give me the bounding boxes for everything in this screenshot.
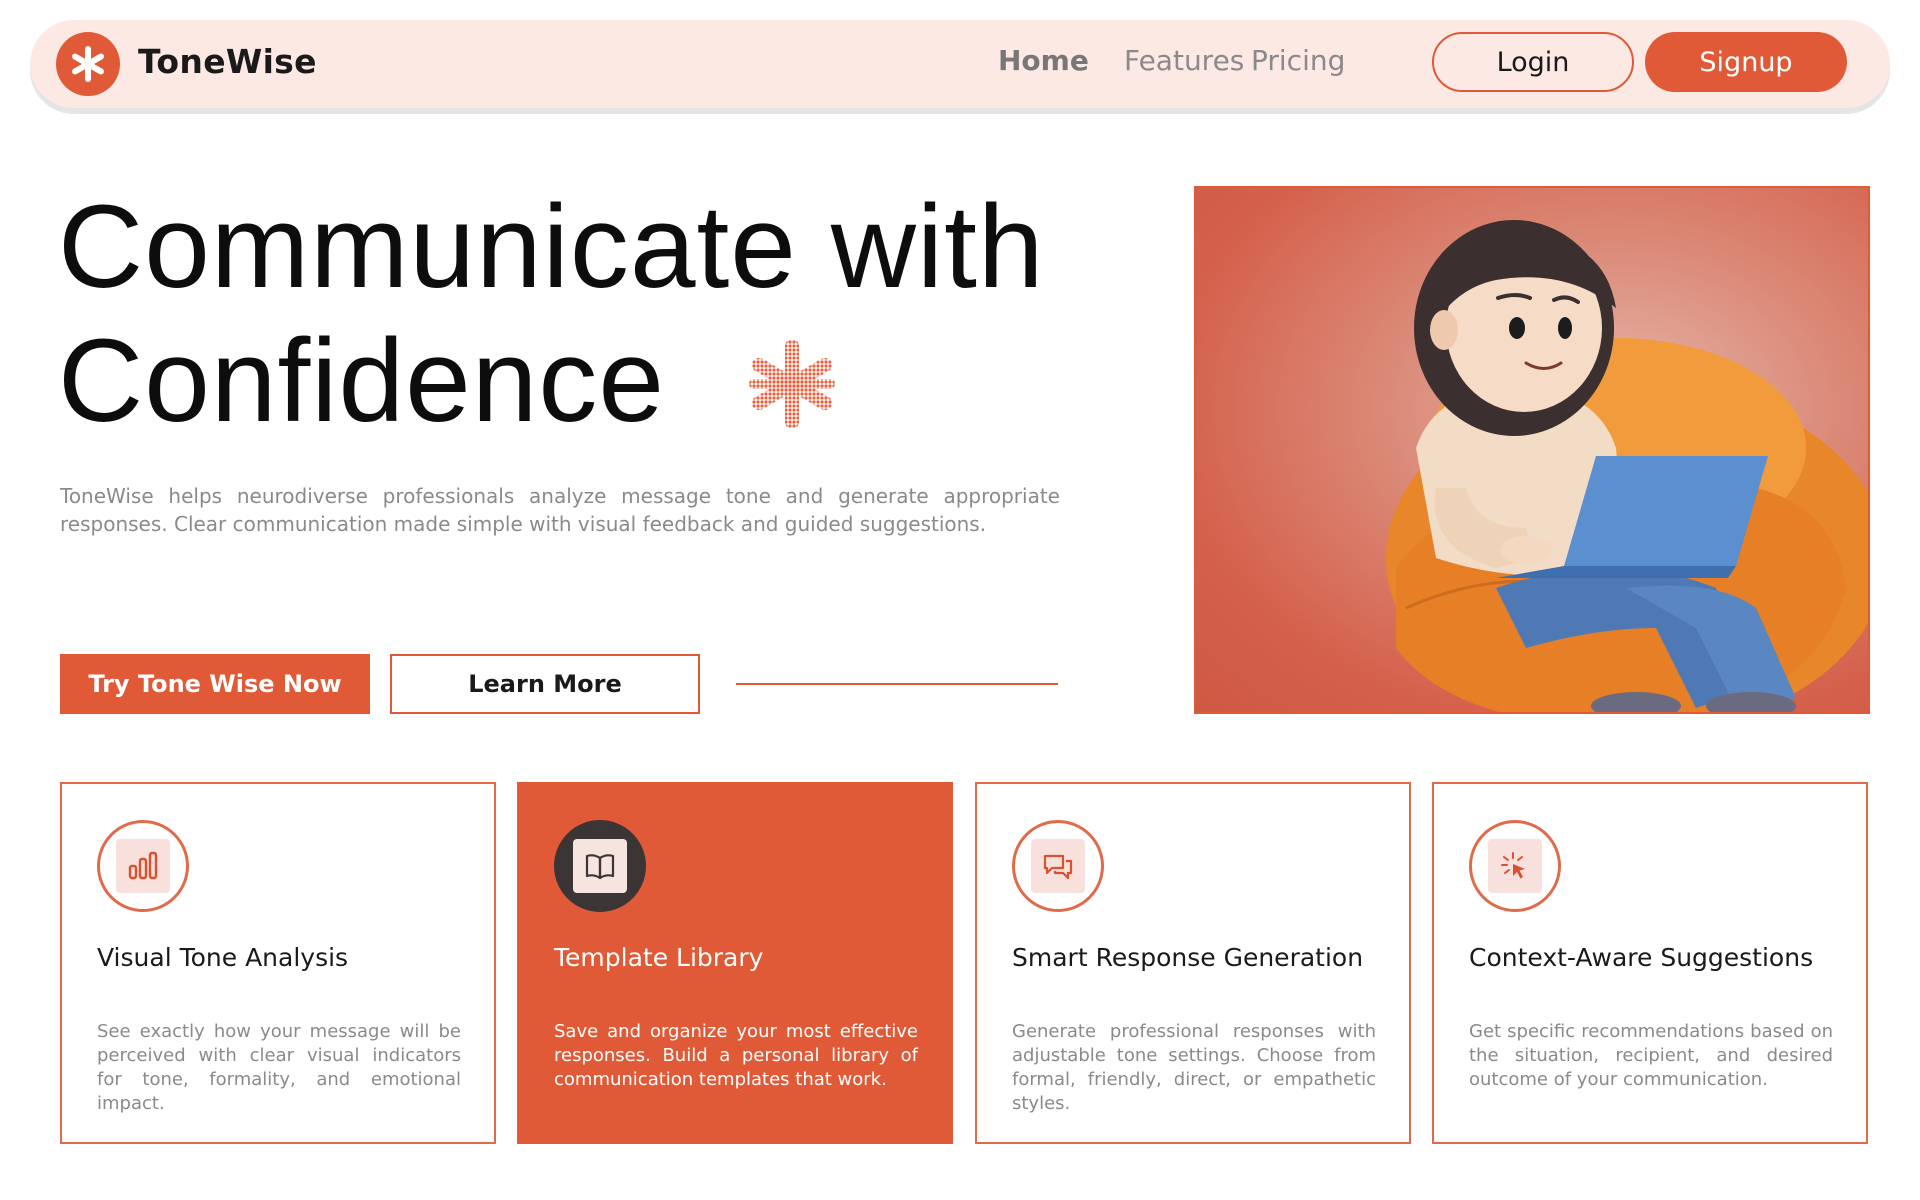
feature-title: Context-Aware Suggestions [1469, 943, 1814, 972]
feature-description: Get specific recommendations based on th… [1469, 1021, 1833, 1090]
feature-icon-ring [97, 820, 189, 912]
book-open-icon [585, 854, 615, 880]
decorative-divider [736, 683, 1058, 685]
brand-name[interactable]: ToneWise [138, 42, 317, 81]
hero-title: Communicate with Confidence [58, 180, 1045, 448]
chat-bubbles-icon [1043, 854, 1073, 880]
feature-icon-ring [1469, 820, 1561, 912]
login-button[interactable]: Login [1432, 32, 1634, 92]
hero-title-line2: Confidence [58, 315, 665, 447]
hero-description: ToneWise helps neurodiverse professional… [60, 484, 1060, 536]
hero-illustration [1194, 186, 1870, 714]
try-tonewise-button[interactable]: Try Tone Wise Now [60, 654, 370, 714]
learn-more-button[interactable]: Learn More [390, 654, 700, 714]
decorative-asterisk-icon [748, 339, 836, 432]
nav-link-home[interactable]: Home [998, 44, 1089, 77]
nav-link-pricing[interactable]: Pricing [1251, 44, 1345, 77]
feature-title: Smart Response Generation [1012, 943, 1364, 972]
signup-button[interactable]: Signup [1645, 32, 1847, 92]
feature-description: Save and organize your most effective re… [554, 1021, 918, 1090]
feature-icon-ring [1012, 820, 1104, 912]
feature-card-template-library[interactable]: Template Library Save and organize your … [517, 782, 953, 1144]
bar-chart-icon [128, 851, 158, 880]
logo-asterisk-icon[interactable] [56, 32, 120, 96]
top-navbar: ToneWise Home Features Pricing Login Sig… [30, 20, 1890, 108]
cursor-click-icon [1501, 852, 1525, 879]
feature-icon-ring [554, 820, 646, 912]
hero-title-line1: Communicate with [58, 181, 1045, 313]
feature-card-smart-response-generation[interactable]: Smart Response Generation Generate profe… [975, 782, 1411, 1144]
feature-description: See exactly how your message will be per… [97, 1021, 461, 1114]
feature-card-context-aware-suggestions[interactable]: Context-Aware Suggestions Get specific r… [1432, 782, 1868, 1144]
feature-title: Visual Tone Analysis [97, 943, 349, 972]
nav-link-features[interactable]: Features [1124, 44, 1244, 77]
feature-card-visual-tone-analysis[interactable]: Visual Tone Analysis See exactly how you… [60, 782, 496, 1144]
feature-title: Template Library [554, 943, 764, 972]
feature-description: Generate professional responses with adj… [1012, 1021, 1376, 1114]
